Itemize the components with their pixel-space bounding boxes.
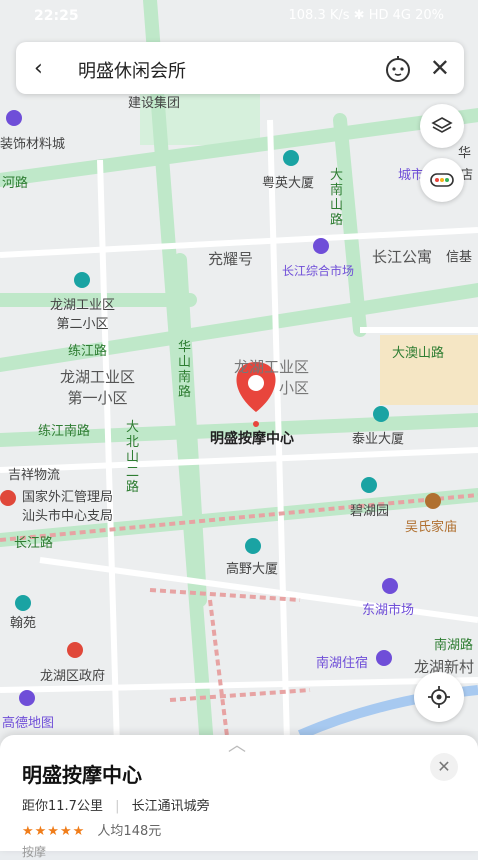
place-distance: 距你11.7公里 | 长江通讯城旁 <box>22 795 210 814</box>
map-label: 碧湖园 <box>350 504 390 519</box>
status-time: 22:25 <box>34 8 79 24</box>
distance-text: 距你11.7公里 <box>22 799 103 814</box>
layers-button[interactable] <box>420 104 464 148</box>
road-label: 练江南路 <box>38 424 91 439</box>
map-label: 龙湖区政府 <box>40 669 106 684</box>
map-label: 高野大厦 <box>226 562 279 577</box>
place-title: 明盛按摩中心 <box>22 763 142 787</box>
rating-stars-icon: ★★★★★ <box>22 824 86 839</box>
poi-icon[interactable] <box>67 642 83 658</box>
location-text: 长江通讯城旁 <box>131 799 210 814</box>
map-label: 吉祥物流 <box>8 468 61 483</box>
traffic-icon <box>430 173 454 187</box>
poi-icon[interactable] <box>376 650 392 666</box>
poi-icon[interactable] <box>283 150 299 166</box>
price-text: 人均148元 <box>97 824 162 839</box>
sheet-close-icon[interactable]: ✕ <box>430 753 458 781</box>
map-label: 国家外汇管理局 汕头市中心支局 <box>22 490 114 524</box>
divider: | <box>115 799 120 814</box>
map-label: 华 <box>458 146 472 161</box>
road-label: 南湖路 <box>434 638 474 653</box>
poi-icon[interactable] <box>6 110 22 126</box>
poi-icon[interactable] <box>15 595 31 611</box>
locate-icon <box>428 686 450 708</box>
poi-icon[interactable] <box>74 272 90 288</box>
map-label: 建设集团 <box>128 96 181 111</box>
layers-icon <box>431 117 453 133</box>
poi-icon[interactable] <box>245 538 261 554</box>
map-label: 龙湖工业区 第二小区 <box>50 298 116 332</box>
road-label: 长江路 <box>14 536 54 551</box>
poi-icon[interactable] <box>382 578 398 594</box>
sheet-handle-icon[interactable]: ︿ <box>228 731 246 757</box>
map-label: 充耀号 <box>208 250 254 268</box>
close-icon[interactable]: ✕ <box>430 54 450 82</box>
map-marker-label[interactable]: 明盛按摩中心 <box>210 428 294 448</box>
status-bar: 22:25 108.3 K/s ✱ HD 4G 20% <box>0 0 478 34</box>
map-label: 龙湖工业区 第一小区 <box>60 368 136 407</box>
place-category: 按摩 <box>22 845 47 859</box>
place-rating: ★★★★★ 人均148元 <box>22 820 161 839</box>
road-label: 华山南路 <box>178 340 192 400</box>
poi-icon[interactable] <box>425 493 441 509</box>
status-indicators: 108.3 K/s ✱ HD 4G 20% <box>288 8 444 23</box>
map-label: 长江公寓 <box>372 248 433 266</box>
map-label: 南湖住宿 <box>316 656 369 671</box>
map-label: 高德地图 <box>2 716 55 731</box>
road-label: 河路 <box>2 176 29 191</box>
locate-button[interactable] <box>414 672 464 722</box>
poi-icon[interactable] <box>313 238 329 254</box>
road-label: 大澳山路 <box>392 346 445 361</box>
map-label: 东湖市场 <box>362 603 415 618</box>
poi-icon[interactable] <box>373 406 389 422</box>
search-input[interactable]: 明盛休闲会所 <box>78 57 186 83</box>
poi-icon[interactable] <box>0 490 16 506</box>
map-label: 装饰材料城 <box>0 137 66 152</box>
map-label: 龙湖工业区 小区 <box>234 358 310 397</box>
map-label: 泰业大厦 <box>352 432 405 447</box>
place-sheet[interactable]: ︿ 明盛按摩中心 ✕ 距你11.7公里 | 长江通讯城旁 ★★★★★ 人均148… <box>0 735 478 859</box>
road-label: 大北山二路 <box>126 420 140 495</box>
road-label: 练江路 <box>68 344 108 359</box>
assistant-icon[interactable] <box>380 50 416 86</box>
map-label: 翰苑 <box>10 616 37 631</box>
road-label: 大南山路 <box>330 168 344 228</box>
search-bar[interactable]: ‹ 明盛休闲会所 ✕ <box>16 42 464 94</box>
map-label: 粤英大厦 <box>262 176 315 191</box>
traffic-button[interactable] <box>420 158 464 202</box>
poi-icon[interactable] <box>19 690 35 706</box>
back-icon[interactable]: ‹ <box>34 56 43 81</box>
map-canvas[interactable]: 建设集团 装饰材料城 粤英大厦 充耀号 长江综合市场 长江公寓 信基 城市 华 … <box>0 0 478 851</box>
map-label: 信基 <box>446 250 473 265</box>
poi-icon[interactable] <box>361 477 377 493</box>
map-label: 吴氏家庙 <box>405 520 458 535</box>
map-label: 长江综合市场 <box>282 264 355 278</box>
